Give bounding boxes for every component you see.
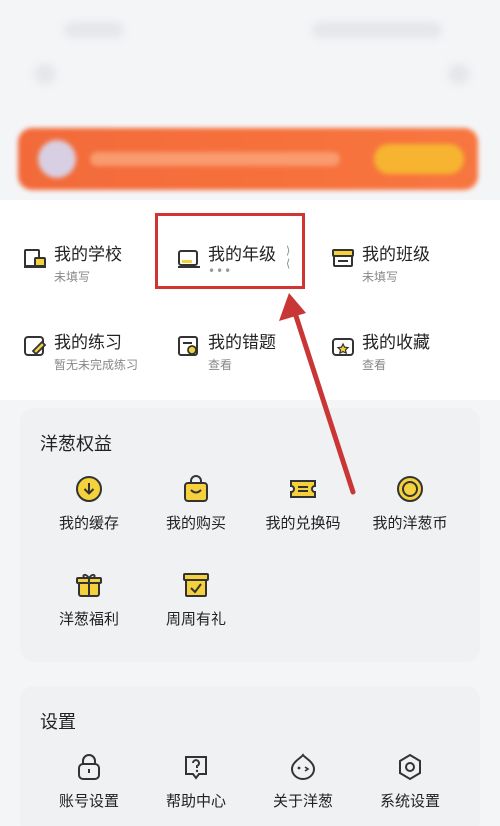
- highlight-box: [155, 213, 305, 289]
- settings-section: 设置 账号设置 帮助中心 关于洋葱 系统设置: [20, 686, 480, 826]
- ticket-icon: [290, 480, 316, 498]
- help-center-label: 帮助中心: [165, 792, 226, 810]
- onion-welfare-label: 洋葱福利: [58, 610, 119, 628]
- onion-coins-button[interactable]: 我的洋葱币: [355, 474, 465, 533]
- benefits-title: 洋葱权益: [40, 434, 112, 455]
- coin-icon: [397, 476, 423, 502]
- help-center-button[interactable]: 帮助中心: [141, 752, 251, 811]
- redeem-code-label: 我的兑换码: [265, 514, 341, 532]
- promo-banner[interactable]: [18, 128, 478, 190]
- favorites-icon: [332, 338, 354, 356]
- onion-welfare-button[interactable]: 洋葱福利: [34, 570, 144, 629]
- status-bar: [0, 0, 500, 84]
- account-settings-button[interactable]: 账号设置: [34, 752, 144, 811]
- my-school-status: 未填写: [54, 270, 91, 284]
- status-time-blurred: [64, 22, 124, 38]
- school-icon: [24, 249, 46, 268]
- menu-icon[interactable]: [448, 64, 470, 84]
- scan-icon[interactable]: [34, 64, 56, 84]
- my-practice-status: 暂无未完成练习: [54, 358, 139, 372]
- system-settings-button[interactable]: 系统设置: [355, 752, 465, 811]
- my-cache-button[interactable]: 我的缓存: [34, 474, 144, 533]
- my-purchases-label: 我的购买: [165, 514, 226, 532]
- onion-face-icon: [290, 753, 316, 780]
- weekly-gift-label: 周周有礼: [165, 610, 226, 628]
- help-icon: [185, 756, 207, 780]
- settings-title: 设置: [40, 712, 76, 733]
- my-favorites-link: 查看: [362, 358, 387, 372]
- system-settings-label: 系统设置: [379, 792, 440, 810]
- settings-hex-icon: [399, 753, 421, 781]
- class-icon: [332, 249, 354, 267]
- account-settings-label: 账号设置: [58, 792, 119, 810]
- my-favorites-label: 我的收藏: [362, 333, 430, 353]
- mistakes-icon: [178, 336, 198, 356]
- my-mistakes-label: 我的错题: [208, 333, 276, 353]
- onion-coins-label: 我的洋葱币: [372, 514, 448, 532]
- reward-box-icon: [183, 573, 209, 597]
- status-icons-blurred: [312, 22, 442, 38]
- weekly-gift-button[interactable]: 周周有礼: [141, 570, 251, 629]
- lock-icon: [78, 754, 100, 780]
- promo-text-blurred: [90, 152, 340, 166]
- about-onion-label: 关于洋葱: [272, 792, 333, 810]
- redeem-code-button[interactable]: 我的兑换码: [248, 474, 358, 533]
- shopping-bag-icon: [184, 475, 208, 502]
- my-purchases-button[interactable]: 我的购买: [141, 474, 251, 533]
- gift-icon: [76, 573, 102, 597]
- download-icon: [76, 476, 102, 502]
- practice-icon: [24, 336, 47, 356]
- my-practice-label: 我的练习: [54, 333, 122, 353]
- about-onion-button[interactable]: 关于洋葱: [248, 752, 358, 811]
- benefits-section: 洋葱权益 我的缓存 我的购买 我的兑换码 我的洋葱币 洋葱福利 周周有礼: [20, 408, 480, 662]
- avatar: [38, 140, 76, 178]
- my-school-label: 我的学校: [54, 245, 122, 265]
- my-class-status: 未填写: [362, 270, 399, 284]
- my-mistakes-link: 查看: [208, 358, 233, 372]
- promo-button[interactable]: [374, 144, 464, 174]
- my-cache-label: 我的缓存: [58, 514, 119, 532]
- my-class-label: 我的班级: [362, 245, 430, 265]
